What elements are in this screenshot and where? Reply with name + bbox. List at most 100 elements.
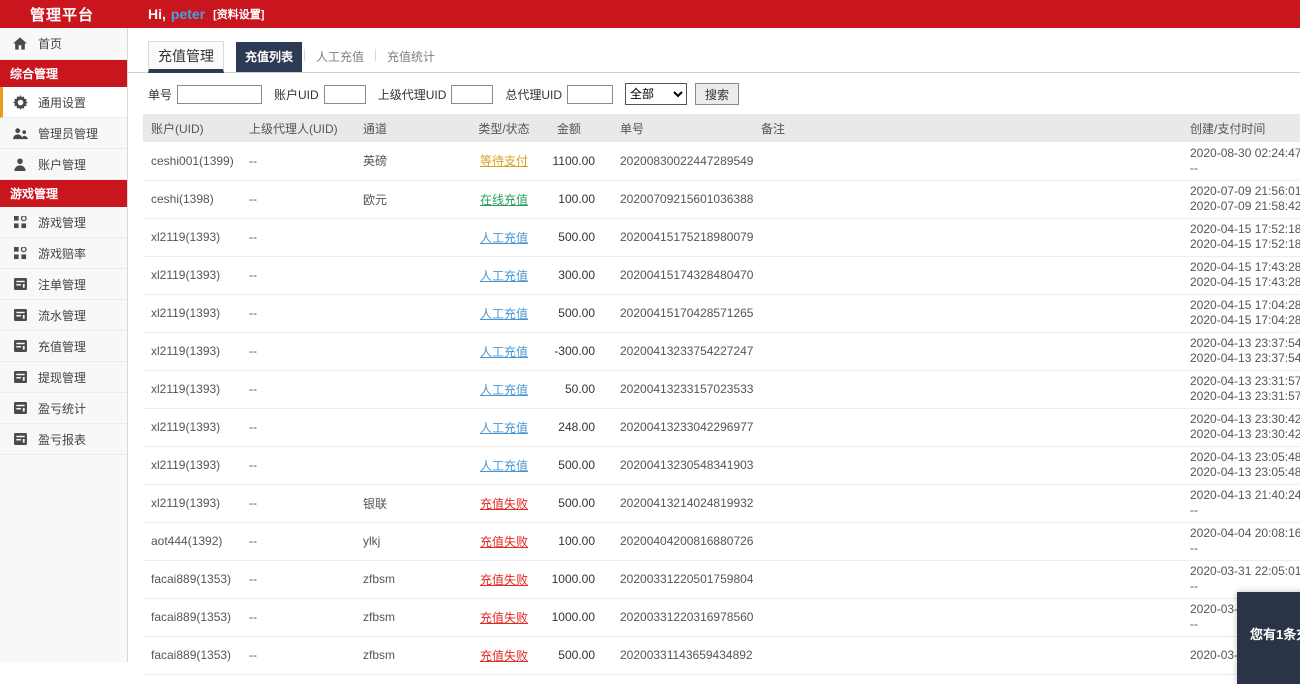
- sidebar-item-充值管理[interactable]: 充值管理: [0, 331, 127, 362]
- cell-remark: [753, 294, 1168, 333]
- status-link[interactable]: 等待支付: [480, 154, 528, 168]
- sidebar-item-盈亏报表[interactable]: 盈亏报表: [0, 424, 127, 455]
- sidebar-item-盈亏统计[interactable]: 盈亏统计: [0, 393, 127, 424]
- status-link[interactable]: 充值失败: [480, 611, 528, 625]
- status-link[interactable]: 人工充值: [480, 459, 528, 473]
- order-no-label: 单号: [148, 87, 173, 102]
- col-account: 账户(UID): [143, 114, 243, 142]
- top-agent-uid-input[interactable]: [567, 84, 614, 104]
- cell-amount: -300.00: [535, 332, 603, 371]
- sidebar-item-通用设置[interactable]: 通用设置: [0, 87, 127, 118]
- paid-time: 2020-07-09 21:58:42: [1190, 199, 1300, 213]
- cell-amount: 500.00: [535, 484, 603, 523]
- sidebar-item-注单管理[interactable]: 注单管理: [0, 269, 127, 300]
- sub-tabs: 充值列表 人工充值 充值统计: [236, 42, 444, 72]
- cell-created-paid-time: 2020-04-13 23:31:57 2020-04-13 23:31:57: [1168, 370, 1300, 409]
- cell-remark: [753, 408, 1168, 447]
- sidebar-item-提现管理[interactable]: 提现管理: [0, 362, 127, 393]
- cell-remark: [753, 560, 1168, 599]
- table-row[interactable]: xl2119(1393) -- 人工充值 248.00 202004132330…: [143, 408, 1300, 447]
- cell-channel: zfbsm: [353, 636, 473, 675]
- cell-channel: [353, 370, 473, 409]
- status-link[interactable]: 充值失败: [480, 573, 528, 587]
- cell-remark: [753, 484, 1168, 523]
- cell-amount: 1000.00: [535, 560, 603, 599]
- recharge-table: 账户(UID) 上级代理人(UID) 通道 类型/状态 金额 单号 备注 创建/…: [143, 114, 1300, 675]
- cell-remark: [753, 332, 1168, 371]
- cell-amount: 100.00: [535, 180, 603, 219]
- sidebar-item-label: 通用设置: [38, 95, 87, 110]
- gear-icon: [12, 94, 28, 110]
- profile-settings-link[interactable]: [资料设置]: [213, 6, 264, 22]
- cell-amount: 1100.00: [535, 142, 603, 181]
- game-grid-icon: [12, 214, 28, 230]
- status-link[interactable]: 充值失败: [480, 497, 528, 511]
- table-row[interactable]: xl2119(1393) -- 人工充值 500.00 202004151752…: [143, 218, 1300, 257]
- sidebar-item-管理员管理[interactable]: 管理员管理: [0, 118, 127, 149]
- cell-channel: [353, 256, 473, 295]
- order-no-input[interactable]: [177, 84, 263, 104]
- cell-remark: [753, 256, 1168, 295]
- status-link[interactable]: 人工充值: [480, 383, 528, 397]
- cell-remark: [753, 180, 1168, 219]
- admins-icon: [12, 125, 28, 141]
- recharge-toast-notification[interactable]: 您有1条充: [1237, 592, 1300, 684]
- cell-channel: zfbsm: [353, 560, 473, 599]
- sidebar-item-账户管理[interactable]: 账户管理: [0, 149, 127, 180]
- tab-recharge-list[interactable]: 充值列表: [236, 42, 303, 72]
- tab-recharge-stats[interactable]: 充值统计: [378, 42, 444, 72]
- cell-channel: [353, 294, 473, 333]
- table-row[interactable]: xl2119(1393) -- 人工充值 500.00 202004132305…: [143, 446, 1300, 485]
- cell-created-paid-time: 2020-04-13 23:05:48 2020-04-13 23:05:48: [1168, 446, 1300, 485]
- table-row[interactable]: xl2119(1393) -- 人工充值 -300.00 20200413233…: [143, 332, 1300, 371]
- sidebar-item-首页[interactable]: 首页: [0, 28, 127, 60]
- status-link[interactable]: 人工充值: [480, 345, 528, 359]
- cell-account: ceshi001(1399): [143, 142, 243, 181]
- cell-remark: [753, 522, 1168, 561]
- sidebar-item-流水管理[interactable]: 流水管理: [0, 300, 127, 331]
- table-row[interactable]: facai889(1353) -- zfbsm 充值失败 500.00 2020…: [143, 636, 1300, 675]
- parent-agent-uid-input[interactable]: [451, 84, 494, 104]
- account-uid-input[interactable]: [323, 84, 366, 104]
- table-header-row: 账户(UID) 上级代理人(UID) 通道 类型/状态 金额 单号 备注 创建/…: [143, 114, 1300, 142]
- list-doc-icon: [12, 276, 28, 292]
- status-select[interactable]: 全部: [625, 83, 688, 105]
- cell-amount: 50.00: [535, 370, 603, 409]
- home-icon: [12, 36, 28, 52]
- cell-parent-agent: --: [243, 218, 353, 257]
- table-row[interactable]: ceshi001(1399) -- 英磅 等待支付 1100.00 202008…: [143, 142, 1300, 181]
- cell-created-paid-time: 2020-04-13 23:37:54 2020-04-13 23:37:54: [1168, 332, 1300, 371]
- status-link[interactable]: 人工充值: [480, 269, 528, 283]
- username: peter: [170, 6, 206, 22]
- cell-remark: [753, 142, 1168, 181]
- cell-remark: [753, 636, 1168, 675]
- search-button[interactable]: 搜索: [695, 83, 740, 105]
- status-link[interactable]: 充值失败: [480, 535, 528, 549]
- cell-parent-agent: --: [243, 598, 353, 637]
- sidebar-item-label: 游戏管理: [38, 215, 87, 230]
- cell-parent-agent: --: [243, 484, 353, 523]
- col-parent-agent: 上级代理人(UID): [243, 114, 353, 142]
- table-row[interactable]: xl2119(1393) -- 银联 充值失败 500.00 202004132…: [143, 484, 1300, 523]
- table-row[interactable]: aot444(1392) -- ylkj 充值失败 100.00 2020040…: [143, 522, 1300, 561]
- list-doc-icon: [12, 307, 28, 323]
- cell-order-no: 20200413230548341903: [603, 446, 753, 485]
- paid-time: 2020-04-13 23:05:48: [1190, 465, 1300, 479]
- created-time: 2020-04-13 23:37:54: [1190, 336, 1300, 350]
- status-link[interactable]: 人工充值: [480, 307, 528, 321]
- tab-manual-recharge[interactable]: 人工充值: [307, 42, 373, 72]
- status-link[interactable]: 在线充值: [480, 193, 528, 207]
- created-time: 2020-04-13 23:05:48: [1190, 450, 1300, 464]
- sidebar-item-label: 注单管理: [38, 277, 87, 292]
- status-link[interactable]: 人工充值: [480, 421, 528, 435]
- table-row[interactable]: ceshi(1398) -- 欧元 在线充值 100.00 2020070921…: [143, 180, 1300, 219]
- table-row[interactable]: facai889(1353) -- zfbsm 充值失败 1000.00 202…: [143, 598, 1300, 637]
- sidebar-item-游戏管理[interactable]: 游戏管理: [0, 207, 127, 238]
- table-row[interactable]: xl2119(1393) -- 人工充值 300.00 202004151743…: [143, 256, 1300, 295]
- status-link[interactable]: 人工充值: [480, 231, 528, 245]
- table-row[interactable]: xl2119(1393) -- 人工充值 500.00 202004151704…: [143, 294, 1300, 333]
- sidebar-item-游戏赔率[interactable]: 游戏赔率: [0, 238, 127, 269]
- status-link[interactable]: 充值失败: [480, 649, 528, 663]
- table-row[interactable]: facai889(1353) -- zfbsm 充值失败 1000.00 202…: [143, 560, 1300, 599]
- table-row[interactable]: xl2119(1393) -- 人工充值 50.00 2020041323315…: [143, 370, 1300, 409]
